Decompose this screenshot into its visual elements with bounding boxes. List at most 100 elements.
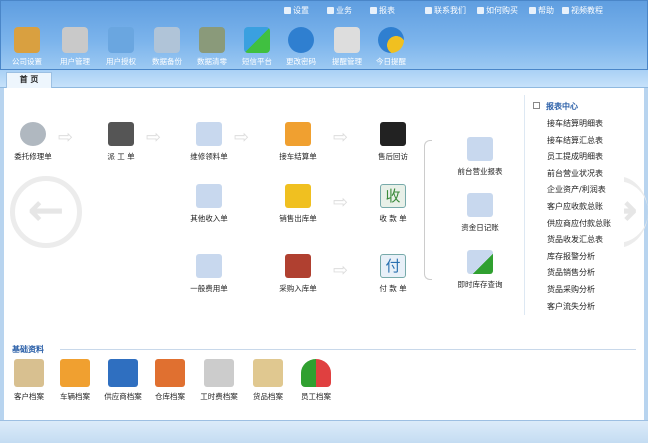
document-icon — [196, 122, 222, 146]
flow-arrow-icon: ⇨ — [146, 127, 162, 148]
customer-icon — [14, 359, 44, 387]
buy-icon — [477, 7, 484, 14]
top-link-contact[interactable]: 联系我们 — [425, 5, 466, 16]
report-front-desk[interactable]: 前台营业报表 — [450, 137, 510, 177]
tab-bar: 首 页 — [0, 70, 648, 88]
wrench-icon — [14, 27, 40, 53]
contact-icon — [425, 7, 432, 14]
flow-sales-outbound[interactable]: 销售出库单 — [268, 184, 328, 224]
report-item[interactable]: 前台营业状况表 — [525, 166, 624, 183]
toolbar-user-management[interactable]: 用户管理 — [53, 27, 97, 67]
flow-general-expense[interactable]: 一般费用单 — [179, 254, 239, 294]
receipt-icon: 收 — [380, 184, 406, 208]
goods-icon — [253, 359, 283, 387]
warehouse-icon — [155, 359, 185, 387]
base-vehicle[interactable]: 车辆档案 — [50, 359, 100, 402]
top-link-settings[interactable]: 设置 — [284, 5, 309, 16]
clock-document-icon — [467, 193, 493, 217]
base-customer[interactable]: 客户档案 — [4, 359, 54, 402]
report-item[interactable]: 接车结算明细表 — [525, 116, 624, 133]
authorization-icon — [108, 27, 134, 53]
spreadsheet-icon — [467, 137, 493, 161]
supplier-icon — [108, 359, 138, 387]
flow-after-sales-visit[interactable]: 售后回访 — [363, 122, 423, 162]
flow-receipt[interactable]: 收收 款 单 — [363, 184, 423, 224]
base-data-section: 基础资料 客户档案 车辆档案 供应商档案 仓库档案 工时费档案 货品档案 员工档… — [12, 344, 636, 414]
base-employee[interactable]: 员工档案 — [291, 359, 341, 402]
report-icon — [533, 102, 540, 109]
flow-material-requisition[interactable]: 维修领料单 — [179, 122, 239, 162]
flow-arrow-icon: ⇨ — [234, 127, 250, 148]
report-item[interactable]: 货品采购分析 — [525, 282, 624, 299]
business-icon — [327, 7, 334, 14]
folder-icon — [285, 184, 311, 208]
report-item[interactable]: 员工提成明细表 — [525, 149, 624, 166]
password-icon — [288, 27, 314, 53]
flow-dispatch-order[interactable]: 派 工 单 — [91, 122, 151, 162]
toolbar-reminder-management[interactable]: 提醒管理 — [325, 27, 369, 67]
computer-icon — [154, 27, 180, 53]
cubes-icon — [244, 27, 270, 53]
flow-settlement[interactable]: 接车结算单 — [268, 122, 328, 162]
car-icon — [285, 122, 311, 146]
base-goods[interactable]: 货品档案 — [243, 359, 293, 402]
report-inventory-query[interactable]: 即时库存查询 — [450, 250, 510, 290]
prev-arrow-button[interactable]: ← — [10, 176, 82, 248]
base-warehouse[interactable]: 仓库档案 — [145, 359, 195, 402]
payment-icon: 付 — [380, 254, 406, 278]
report-item[interactable]: 供应商应付款总账 — [525, 216, 624, 233]
top-link-business[interactable]: 业务 — [327, 5, 352, 16]
report-item[interactable]: 客户流失分析 — [525, 299, 624, 316]
toolbar-user-authorization[interactable]: 用户授权 — [99, 27, 143, 67]
spreadsheet-icon — [196, 254, 222, 278]
flow-arrow-icon: ⇨ — [333, 192, 349, 213]
document-icon — [196, 184, 222, 208]
tab-home[interactable]: 首 页 — [6, 72, 52, 88]
top-link-reports[interactable]: 报表 — [370, 5, 395, 16]
flow-repair-order[interactable]: 委托修理单 — [3, 122, 63, 162]
toolbar-data-reset[interactable]: 数据清零 — [190, 27, 234, 67]
report-center: 报表中心 接车结算明细表 接车结算汇总表 员工提成明细表 前台营业状况表 企业资… — [524, 95, 624, 315]
flow-other-income[interactable]: 其他收入单 — [179, 184, 239, 224]
report-icon — [370, 7, 377, 14]
phone-icon — [380, 122, 406, 146]
toolbar-sms-platform[interactable]: 短信平台 — [235, 27, 279, 67]
flow-arrow-icon: ⇨ — [58, 127, 74, 148]
toolbar-change-password[interactable]: 更改密码 — [279, 27, 323, 67]
report-item[interactable]: 货品收发汇总表 — [525, 232, 624, 249]
repair-icon — [20, 122, 46, 146]
employee-icon — [301, 359, 331, 387]
tools-icon — [108, 122, 134, 146]
report-cash-journal[interactable]: 资金日记账 — [450, 193, 510, 233]
toolbar-company-settings[interactable]: 公司设置 — [5, 27, 49, 67]
flow-purchase-inbound[interactable]: 采购入库单 — [268, 254, 328, 294]
calculator-icon — [199, 27, 225, 53]
video-icon — [562, 7, 569, 14]
flow-payment[interactable]: 付付 款 单 — [363, 254, 423, 294]
pen-icon — [334, 27, 360, 53]
car-icon — [60, 359, 90, 387]
divider — [60, 349, 636, 350]
smiley-icon — [378, 27, 404, 53]
report-item[interactable]: 客户应收款总账 — [525, 199, 624, 216]
labor-icon — [204, 359, 234, 387]
base-supplier[interactable]: 供应商档案 — [98, 359, 148, 402]
toolbar-today-reminder[interactable]: 今日提醒 — [369, 27, 413, 67]
base-labor-fee[interactable]: 工时费档案 — [194, 359, 244, 402]
report-center-title: 报表中心 — [533, 101, 624, 112]
report-item[interactable]: 库存报警分析 — [525, 249, 624, 266]
help-icon — [529, 7, 536, 14]
report-item[interactable]: 企业资产/利润表 — [525, 182, 624, 199]
flow-arrow-icon: ⇨ — [333, 260, 349, 281]
house-icon — [285, 254, 311, 278]
top-link-video[interactable]: 视频教程 — [562, 5, 603, 16]
user-management-icon — [62, 27, 88, 53]
toolbar-data-backup[interactable]: 数据备份 — [145, 27, 189, 67]
report-item[interactable]: 货品销售分析 — [525, 265, 624, 282]
report-item[interactable]: 接车结算汇总表 — [525, 133, 624, 150]
chart-document-icon — [467, 250, 493, 274]
top-link-help[interactable]: 帮助 — [529, 5, 554, 16]
top-link-buy[interactable]: 如何购买 — [477, 5, 518, 16]
status-bar — [0, 420, 648, 443]
flow-arrow-icon: ⇨ — [333, 127, 349, 148]
